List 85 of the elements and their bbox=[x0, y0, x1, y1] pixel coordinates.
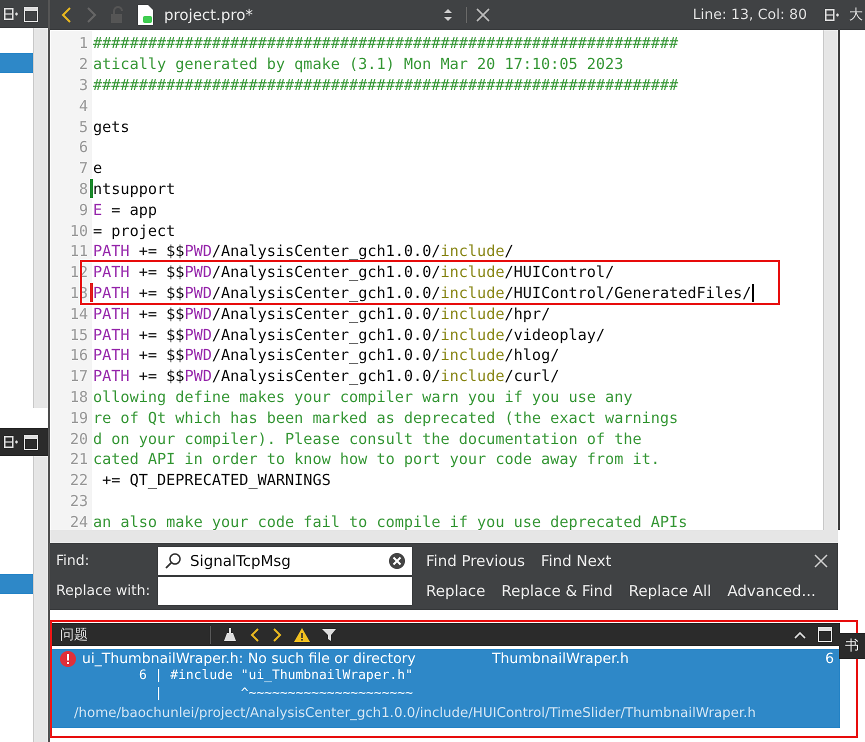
replace-label: Replace with: bbox=[55, 583, 152, 599]
split-icon[interactable] bbox=[4, 8, 18, 20]
line-number: 1 bbox=[78, 34, 88, 52]
line-number: 15 bbox=[68, 326, 88, 344]
code-line: ollowing define makes your compiler warn you if you use any bbox=[93, 388, 632, 406]
issue-line: 6 bbox=[825, 651, 835, 667]
issue-file: ThumbnailWraper.h bbox=[492, 651, 630, 667]
code-line: += QT_DEPRECATED_WARNINGS bbox=[101, 471, 331, 490]
split-icon[interactable] bbox=[4, 436, 18, 448]
line-number: 10 bbox=[68, 222, 88, 240]
issue-row[interactable] bbox=[52, 649, 840, 728]
line-number: 17 bbox=[68, 367, 88, 386]
code-line: ################################################################ bbox=[93, 34, 678, 52]
find-label: Find: bbox=[55, 553, 90, 569]
line-number: 3 bbox=[78, 76, 88, 94]
error-icon bbox=[60, 651, 76, 667]
clear-icon[interactable] bbox=[388, 552, 406, 570]
line-number: 7 bbox=[78, 159, 88, 178]
issue-detail: 6 | #include "ui_ThumbnailWraper.h" bbox=[138, 667, 414, 685]
scrollbar[interactable] bbox=[50, 530, 838, 543]
code-line: PATH += $$PWD/AnalysisCenter_gch1.0.0/include/hlog/ bbox=[93, 346, 560, 364]
code-line: PATH += $$PWD/AnalysisCenter_gch1.0.0/include/hpr/ bbox=[93, 304, 550, 323]
find-field[interactable]: SignalTcpMsg bbox=[158, 547, 412, 575]
replace-field[interactable] bbox=[158, 577, 412, 605]
replace-button[interactable]: Replace All bbox=[622, 582, 718, 600]
code-line: an also make your code fail to compile if you use deprecated APIs bbox=[93, 512, 688, 530]
clean-icon[interactable] bbox=[221, 626, 239, 642]
code-line: gets bbox=[93, 118, 130, 136]
line-number: 6 bbox=[78, 138, 88, 156]
line-number: 14 bbox=[68, 304, 88, 323]
scrollbar[interactable] bbox=[823, 30, 838, 530]
updown-icon[interactable] bbox=[442, 7, 454, 23]
split-icon[interactable] bbox=[825, 9, 839, 21]
code-line: e bbox=[93, 159, 102, 178]
line-number: 5 bbox=[78, 118, 88, 136]
code-line: re of Qt which has been marked as deprecated (the exact warnings bbox=[93, 408, 678, 427]
code-line: ################################################################ bbox=[93, 76, 678, 94]
code-line: PATH += $$PWD/AnalysisCenter_gch1.0.0/include/HUIControl/GeneratedFiles/ bbox=[93, 284, 752, 302]
line-number: 2 bbox=[78, 55, 88, 74]
line-number: 11 bbox=[68, 242, 88, 260]
code-line: PATH += $$PWD/AnalysisCenter_gch1.0.0/include/HUIControl/ bbox=[93, 263, 614, 282]
filter-icon[interactable] bbox=[321, 626, 339, 642]
warning-icon[interactable] bbox=[293, 626, 311, 642]
next-icon[interactable] bbox=[271, 626, 283, 642]
code-line: PATH += $$PWD/AnalysisCenter_gch1.0.0/include/curl/ bbox=[93, 367, 560, 386]
code-line: ntsupport bbox=[93, 180, 176, 198]
replace-button[interactable]: Replace & Find bbox=[495, 582, 619, 600]
tooltip: 书 bbox=[839, 633, 865, 659]
line-number: 19 bbox=[68, 408, 88, 427]
code-line: d on your compiler). Please consult the documentation of the bbox=[93, 430, 642, 448]
close-icon[interactable] bbox=[466, 7, 492, 23]
cursor-position: Line: 13, Col: 80 bbox=[692, 7, 807, 23]
issue-message: ui_ThumbnailWraper.h: No such file or directory bbox=[82, 651, 417, 667]
code-line: PATH += $$PWD/AnalysisCenter_gch1.0.0/include/ bbox=[93, 242, 514, 260]
line-number: 20 bbox=[68, 430, 88, 448]
line-number: 16 bbox=[68, 346, 88, 364]
panel-icon[interactable] bbox=[24, 6, 38, 22]
file-icon bbox=[136, 4, 154, 26]
file-name[interactable]: project.pro* bbox=[164, 6, 253, 24]
panel-icon[interactable] bbox=[818, 627, 832, 642]
line-number: 23 bbox=[68, 492, 88, 510]
code-line: atically generated by qmake (3.1) Mon Mar 20 17:10:05 2023 bbox=[93, 55, 624, 74]
scrollbar[interactable] bbox=[33, 456, 48, 742]
panel-icon[interactable] bbox=[24, 434, 38, 450]
line-number: 4 bbox=[78, 96, 88, 115]
panel-title: 问题 bbox=[59, 626, 89, 644]
code-line: cated API in order to know how to port your code away from it. bbox=[93, 450, 660, 468]
find-button[interactable]: Find Next bbox=[534, 552, 618, 570]
previous-icon[interactable] bbox=[249, 626, 261, 642]
code-line: E = app bbox=[93, 200, 158, 219]
scrollbar[interactable] bbox=[33, 28, 48, 408]
panel-title[interactable]: 大 bbox=[849, 6, 865, 24]
code-line: = project bbox=[93, 222, 176, 240]
issue-detail: | ^~~~~~~~~~~~~~~~~~~~~~ bbox=[154, 685, 414, 703]
find-button[interactable]: Find Previous bbox=[420, 552, 531, 570]
line-number: 22 bbox=[68, 471, 88, 490]
issue-path: /home/baochunlei/project/AnalysisCenter_gch1.0.0/include/HUIControl/TimeSlider/ThumbnailWraper.h bbox=[73, 705, 757, 723]
line-number: 21 bbox=[68, 450, 88, 468]
replace-button[interactable]: Advanced... bbox=[721, 582, 822, 600]
line-number: 8 bbox=[78, 180, 88, 198]
code-line: PATH += $$PWD/AnalysisCenter_gch1.0.0/include/videoplay/ bbox=[93, 326, 606, 344]
line-number: 18 bbox=[68, 388, 88, 406]
line-number: 24 bbox=[68, 512, 88, 530]
line-number: 9 bbox=[78, 200, 88, 219]
replace-button[interactable]: Replace bbox=[420, 582, 492, 600]
